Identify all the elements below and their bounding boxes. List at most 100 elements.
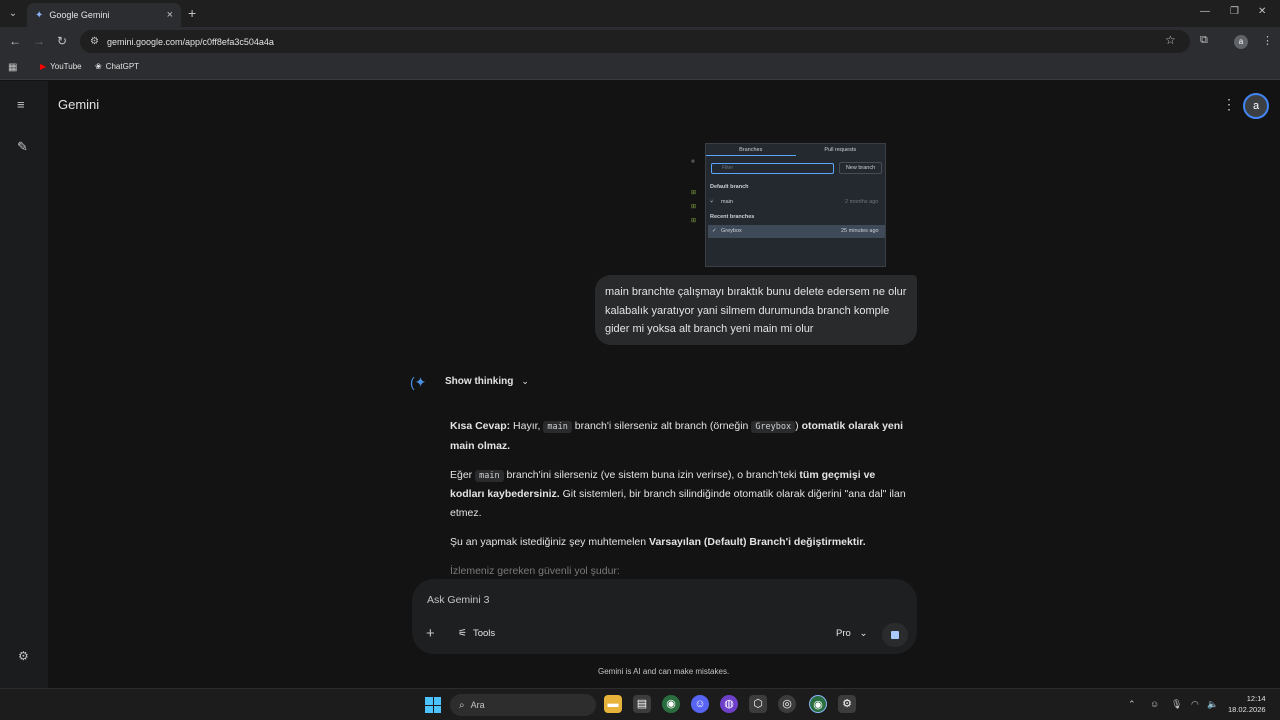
conversation-menu-icon[interactable]: ⋮ — [1222, 96, 1236, 113]
tray-overflow-icon[interactable]: ⌃ — [1128, 699, 1136, 710]
tools-button[interactable]: ⚟ Tools — [458, 628, 495, 639]
browser-profile-avatar[interactable]: a — [1234, 35, 1248, 49]
model-selector[interactable]: Pro ⌄ — [836, 628, 867, 639]
recent-branch-time: 25 minutes ago — [841, 228, 879, 234]
response-text: Eğer — [450, 468, 473, 481]
window-close-icon[interactable]: ✕ — [1258, 6, 1266, 17]
marker-icon: ⊞ — [691, 190, 697, 196]
taskbar-search[interactable]: ⌕ Ara — [450, 694, 596, 716]
reload-icon[interactable]: ↻ — [57, 34, 67, 48]
response-body: Kısa Cevap: Hayır, main branch'i silerse… — [450, 417, 910, 591]
new-branch-button: New branch — [839, 162, 882, 174]
branch-icon: ⑂ — [710, 199, 714, 205]
forward-icon[interactable]: → — [33, 34, 45, 48]
close-tab-icon[interactable]: × — [167, 9, 173, 21]
gemini-sidebar: ≡ ✎ — [0, 81, 48, 688]
account-avatar[interactable]: a — [1243, 93, 1269, 119]
response-bold: Varsayılan (Default) Branch'i değiştirme… — [649, 535, 866, 548]
response-text: Hayır, — [513, 420, 541, 432]
settings-app-icon[interactable]: ⚙ — [838, 695, 856, 713]
response-text: branch'ini silerseniz (ve sistem buna iz… — [506, 468, 797, 481]
response-paragraph: İzlemeniz gereken güvenli yol şudur: — [450, 564, 620, 577]
main-menu-icon[interactable]: ≡ — [17, 97, 25, 112]
chevron-down-icon: ⌄ — [859, 628, 868, 639]
address-bar[interactable]: ⚙ gemini.google.com/app/c0ff8efa3c504a4a — [80, 30, 1190, 53]
tab-title: Google Gemini — [49, 10, 110, 20]
taskbar-search-label: Ara — [470, 700, 485, 710]
short-answer-label: Kısa Cevap: — [450, 420, 511, 432]
wifi-icon[interactable]: ◠ — [1191, 699, 1199, 710]
disclaimer-text: Gemini is AI and can make mistakes. — [598, 667, 730, 676]
app-title: Gemini — [58, 97, 100, 112]
tools-icon: ⚟ — [458, 628, 467, 639]
system-clock[interactable]: 12:14 18.02.2026 — [1228, 693, 1266, 715]
tab-pull-requests: Pull requests — [824, 147, 857, 153]
response-text: ) — [795, 420, 799, 432]
github-icon[interactable]: ◍ — [720, 695, 738, 713]
response-paragraph: Şu an yapmak istediğiniz şey muhtemelen … — [450, 533, 910, 552]
bookmark-chatgpt[interactable]: ❀ ChatGPT — [95, 62, 139, 71]
recent-branches-header: Recent branches — [710, 214, 755, 220]
marker-icon: ⊞ — [691, 204, 697, 210]
recent-branch-name: Greybox — [721, 228, 742, 234]
show-thinking-label: Show thinking — [445, 376, 514, 387]
store-icon[interactable]: ▤ — [633, 695, 651, 713]
volume-icon[interactable]: 🔈 — [1207, 699, 1218, 710]
bookmark-star-icon[interactable]: ☆ — [1165, 33, 1176, 47]
marker-icon: ■ — [691, 159, 695, 165]
chevron-down-icon: ⌄ — [521, 376, 529, 386]
tab-branches: Branches — [706, 144, 796, 156]
check-icon: ✓ — [712, 228, 717, 234]
browser-menu-icon[interactable]: ⋮ — [1262, 34, 1273, 47]
minimize-icon[interactable]: — — [1200, 6, 1210, 17]
discord-icon[interactable]: ☺ — [691, 695, 709, 713]
response-paragraph: Kısa Cevap: Hayır, main branch'i silerse… — [450, 417, 910, 455]
file-explorer-icon[interactable]: ▬ — [604, 695, 622, 713]
marker-icon: ⊞ — [691, 218, 697, 224]
response-text: branch'i silerseniz alt branch (örneğin — [574, 420, 749, 432]
model-label: Pro — [836, 628, 851, 639]
inline-code: main — [475, 469, 504, 482]
prompt-input-box[interactable]: Ask Gemini 3 + ⚟ Tools Pro ⌄ — [412, 579, 917, 654]
browser-tab-strip: ⌄ ✦ Google Gemini × + — ❐ ✕ — [0, 0, 1280, 27]
inline-code: main — [543, 421, 572, 433]
chrome-icon[interactable]: ◉ — [662, 695, 680, 713]
attached-image[interactable]: Branches Pull requests Filter New branch… — [705, 143, 886, 267]
gemini-favicon-icon: ✦ — [35, 9, 44, 21]
site-info-icon[interactable]: ⚙ — [90, 36, 99, 47]
microphone-icon[interactable]: 🎙 — [1171, 699, 1182, 710]
unity-icon[interactable]: ⬡ — [749, 695, 767, 713]
default-branch-header: Default branch — [710, 184, 749, 190]
new-chat-icon[interactable]: ✎ — [17, 139, 28, 155]
windows-taskbar: ⌕ Ara ▬ ▤ ◉ ☺ ◍ ⬡ ◎ ◉ ⚙ ⌃ ☺ 🎙 ◠ 🔈 12:14 … — [0, 688, 1280, 720]
add-attachment-icon[interactable]: + — [426, 625, 435, 642]
bookmark-label: YouTube — [50, 62, 82, 71]
chrome-active-icon[interactable]: ◉ — [809, 695, 827, 713]
bookmark-youtube[interactable]: ▶ YouTube — [40, 62, 82, 71]
stop-generating-button[interactable] — [882, 623, 908, 647]
discord-tray-icon[interactable]: ☺ — [1150, 699, 1159, 709]
new-tab-button[interactable]: + — [188, 5, 196, 21]
apps-grid-icon[interactable]: ▦ — [8, 62, 17, 73]
browser-tab[interactable]: ✦ Google Gemini × — [27, 3, 181, 27]
tab-search-chevron-icon[interactable]: ⌄ — [5, 6, 21, 22]
search-icon: ⌕ — [459, 699, 465, 711]
settings-gear-icon[interactable]: ⚙ — [18, 649, 29, 663]
chatgpt-icon: ❀ — [95, 62, 102, 71]
clock-date: 18.02.2026 — [1228, 705, 1266, 714]
browser-toolbar: ← → ↻ ⚙ gemini.google.com/app/c0ff8efa3c… — [0, 27, 1280, 56]
response-text: Şu an yapmak istediğiniz şey muhtemelen — [450, 535, 647, 548]
clock-time: 12:14 — [1246, 694, 1266, 703]
inline-code: Greybox — [751, 421, 796, 433]
url-text: gemini.google.com/app/c0ff8efa3c504a4a — [106, 36, 274, 47]
bookmark-label: ChatGPT — [105, 62, 140, 71]
extensions-icon[interactable]: ⧉ — [1200, 34, 1208, 47]
user-message: main branchte çalışmayı bıraktık bunu de… — [595, 275, 917, 345]
steam-icon[interactable]: ◎ — [778, 695, 796, 713]
show-thinking-toggle[interactable]: Show thinking ⌄ — [445, 376, 529, 387]
windows-start-icon[interactable] — [425, 697, 441, 713]
youtube-icon: ▶ — [40, 62, 47, 71]
back-icon[interactable]: ← — [9, 34, 21, 48]
prompt-placeholder[interactable]: Ask Gemini 3 — [427, 594, 489, 606]
restore-icon[interactable]: ❐ — [1230, 6, 1239, 17]
